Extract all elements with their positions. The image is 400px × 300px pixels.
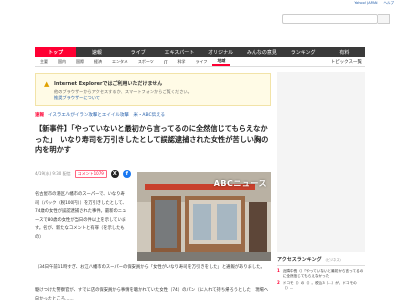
breaking-news: 速報 イスラエルがイラン攻撃とエイイル攻撃 米・ABC伝える xyxy=(35,111,271,119)
ranking-subtitle: （ビジネス） xyxy=(323,258,343,262)
nav-ranking[interactable]: ランキング xyxy=(283,47,324,57)
publish-date: 4/19(水) 9:30 配信 xyxy=(35,171,71,176)
ranking-title: アクセスランキング （ビジネス） xyxy=(277,256,365,266)
warning-icon: ▲ xyxy=(44,80,50,88)
subnav-main[interactable]: 主要 xyxy=(35,59,53,65)
comments-button[interactable]: コメント1079 xyxy=(74,170,107,178)
ranking-number: 2 xyxy=(277,280,280,286)
recommended-browser-link[interactable]: 推奨ブラウザーについて xyxy=(54,95,100,100)
access-ranking: アクセスランキング （ビジネス） 1 近隣中長（）「やっていないと最初から言ってる… xyxy=(277,256,365,290)
ranking-text: ドコモ（）の（）。税込3（...）が、ドコモの（）... xyxy=(282,281,357,290)
top-links: Yahoo! JAPAN ヘルプ xyxy=(354,1,394,6)
ie-notice-title: Internet Explorerではご利用いただけません xyxy=(54,81,163,87)
nav-paid[interactable]: 有料 xyxy=(324,47,365,57)
nav-opinion[interactable]: みんなの意見 xyxy=(241,47,282,57)
article-photo: ABCニュース xyxy=(137,172,271,261)
sidebar-ad xyxy=(277,72,365,252)
subnav-local[interactable]: 地域 xyxy=(212,58,231,66)
breaking-link[interactable]: イスラエルがイラン攻撃とエイイル攻撃 米・ABC伝える xyxy=(48,112,165,118)
subnav-science[interactable]: 科学 xyxy=(172,59,190,65)
top-strip: Yahoo! JAPAN ヘルプ xyxy=(0,0,400,8)
ranking-item[interactable]: 2 ドコモ（）の（）。税込3（...）が、ドコモの（）... xyxy=(277,280,365,290)
facebook-share-icon[interactable]: f xyxy=(122,170,131,178)
article-paragraph: （34日午前11時すぎ、お江八幡市のスーパーの保安員から「女性がいなり寿司を万引… xyxy=(35,265,265,270)
sub-nav: 主要 国内 国際 経済 エンタメ スポーツ IT 科学 ライフ 地域 xyxy=(35,58,365,67)
nav-original[interactable]: オリジナル xyxy=(200,47,241,57)
article-paragraph: 駆けつけた警察官が、すでに店の保安員から事情を聴かれていた女性（74）のパン（に… xyxy=(35,288,269,300)
nav-expert[interactable]: エキスパート xyxy=(159,47,200,57)
subnav-economy[interactable]: 経済 xyxy=(89,59,107,65)
ranking-title-text: アクセスランキング xyxy=(277,257,322,263)
ranking-text: 近隣中長（）「やっていないと最初から言ってるのに全然信じてもらえなかった xyxy=(282,269,364,278)
search-input[interactable] xyxy=(282,14,378,24)
x-share-icon[interactable]: X xyxy=(110,170,119,178)
help-link[interactable]: ヘルプ xyxy=(384,1,395,6)
ie-notice: ▲ Internet Explorerではご利用いただけません 他のブラウザーか… xyxy=(35,73,271,106)
ie-notice-text: 他のブラウザーからアクセスするか、スマートフォンからご覧ください。 xyxy=(54,89,192,94)
nav-top[interactable]: トップ xyxy=(35,47,77,57)
breaking-label: 速報 xyxy=(35,113,44,118)
subnav-international[interactable]: 国際 xyxy=(71,59,89,65)
subnav-sports[interactable]: スポーツ xyxy=(133,59,159,65)
abc-news-watermark: ABCニュース xyxy=(213,179,267,188)
nav-live[interactable]: ライブ xyxy=(118,47,159,57)
subnav-entertainment[interactable]: エンタメ xyxy=(107,59,133,65)
topics-list-link[interactable]: トピックス一覧 xyxy=(331,59,362,65)
ie-notice-body: 他のブラウザーからアクセスするか、スマートフォンからご覧ください。 推奨ブラウザ… xyxy=(54,89,264,101)
ranking-item[interactable]: 1 近隣中長（）「やっていないと最初から言ってるのに全然信じてもらえなかった xyxy=(277,268,365,278)
article-lead: 名古屋市の港区八幡市のスーパーで、いなり寿司（パック（税100円））を万引きした… xyxy=(35,192,127,240)
ranking-number: 1 xyxy=(277,268,280,273)
subnav-it[interactable]: IT xyxy=(159,60,173,65)
search-button[interactable] xyxy=(378,14,390,24)
subnav-life[interactable]: ライフ xyxy=(190,59,212,65)
article-headline: 【新事件】「やっていないと最初から言ってるのに全然信じてもらえなかった」 いなり… xyxy=(35,124,269,154)
yahoo-japan-link[interactable]: Yahoo! JAPAN xyxy=(354,1,377,6)
main-nav: トップ 速報 ライブ エキスパート オリジナル みんなの意見 ランキング 有料 xyxy=(35,47,365,57)
subnav-domestic[interactable]: 国内 xyxy=(53,59,71,65)
nav-breaking[interactable]: 速報 xyxy=(76,47,117,57)
